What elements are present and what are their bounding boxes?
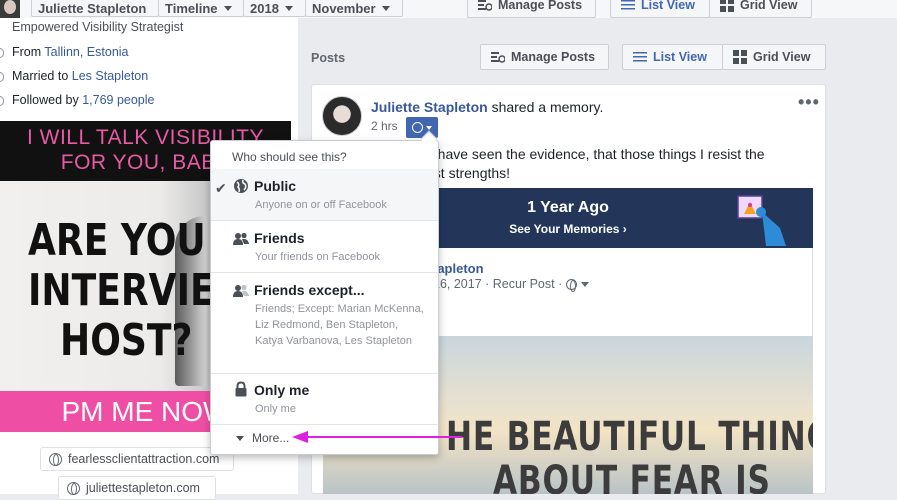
lock-icon (235, 381, 247, 397)
globe-icon (412, 122, 423, 133)
manage-posts-button[interactable]: Manage Posts (480, 44, 609, 70)
manage-settings-icon (491, 52, 505, 63)
option-public-title: Public (254, 178, 297, 194)
globe-icon (49, 452, 62, 466)
top-list-view-button[interactable]: List View (610, 0, 710, 18)
website-1-label: fearlessclientattraction.com (68, 452, 220, 466)
year-dropdown[interactable]: 2018 (243, 0, 306, 17)
intro-followers: Followed by 1,769 people (12, 93, 154, 107)
manage-posts-label: Manage Posts (511, 50, 596, 64)
friends-icon (233, 232, 249, 245)
grid-view-label: Grid View (753, 50, 811, 64)
hometown-link[interactable]: Tallinn, Estonia (44, 45, 128, 59)
menu-divider (211, 424, 438, 425)
list-view-label: List View (653, 50, 707, 64)
website-link-2[interactable]: juliettestapleton.com (58, 476, 216, 500)
month-label: November (312, 1, 376, 16)
list-view-button[interactable]: List View (622, 44, 723, 70)
list-view-icon (633, 52, 647, 62)
chevron-down-icon (426, 125, 432, 130)
website-link-1[interactable]: fearlessclientattraction.com (40, 447, 234, 471)
chevron-down-icon (223, 6, 232, 11)
option-friends-except-desc: Friends; Except: Marian McKenna, Liz Red… (255, 303, 424, 347)
option-public-desc: Anyone on or off Facebook (255, 199, 387, 211)
audience-more-button[interactable]: More... (236, 431, 289, 445)
checkmark-icon: ✔ (215, 180, 227, 196)
shared-post-meta: 16, 2017 · Recur Post · (433, 277, 590, 292)
option-only-me-title: Only me (254, 382, 310, 398)
intro-from: From Tallinn, Estonia (12, 45, 129, 59)
more-label: More... (252, 431, 290, 445)
from-prefix: From (12, 45, 42, 59)
author-avatar[interactable] (322, 96, 362, 136)
website-2-label: juliettestapleton.com (86, 481, 200, 495)
shared-author-name[interactable]: tapleton (433, 261, 484, 276)
grid-view-label: Grid View (740, 0, 798, 12)
option-only-me-desc: Only me (255, 403, 296, 415)
manage-posts-label: Manage Posts (498, 0, 583, 12)
timeline-dropdown[interactable]: Timeline (158, 0, 244, 17)
followed-prefix: Followed by (12, 93, 79, 107)
married-prefix: Married to (12, 69, 69, 83)
top-manage-posts-button[interactable]: Manage Posts (467, 0, 596, 18)
profile-avatar[interactable] (0, 0, 20, 18)
option-friends-title: Friends (254, 230, 305, 246)
shared-meta-text: 16, 2017 · Recur Post · (433, 277, 563, 291)
list-view-label: List View (641, 0, 695, 12)
intro-tagline: Empowered Visibility Strategist (12, 20, 184, 34)
post-options-icon[interactable]: ••• (798, 92, 820, 113)
quote-line1: HE BEAUTIFUL THING (446, 414, 813, 460)
chevron-down-icon (581, 281, 590, 287)
year-label: 2018 (250, 1, 279, 16)
grid-view-icon (720, 0, 734, 12)
chevron-down-icon (381, 6, 390, 11)
followers-link[interactable]: 1,769 people (82, 93, 154, 107)
quote-line2: ABOUT FEAR IS (493, 458, 771, 494)
author-name-link[interactable]: Juliette Stapleton (371, 99, 488, 115)
audience-menu-header: Who should see this? (232, 150, 347, 164)
friends-except-icon (233, 284, 249, 297)
list-view-icon (621, 0, 635, 10)
top-grid-view-button[interactable]: Grid View (709, 0, 812, 18)
globe-icon (566, 278, 578, 292)
month-dropdown[interactable]: November (305, 0, 403, 17)
option-friends-except-title: Friends except... (254, 282, 365, 298)
post-timestamp[interactable]: 2 hrs (371, 119, 398, 133)
intro-married: Married to Les Stapleton (12, 69, 148, 83)
chevron-down-icon (284, 6, 293, 11)
profile-name-button[interactable]: Juliette Stapleton (31, 0, 159, 17)
grid-view-button[interactable]: Grid View (722, 44, 826, 70)
memory-illustration-icon (737, 195, 786, 246)
posts-heading: Posts (311, 51, 346, 65)
post-header: Juliette Stapleton shared a memory. (371, 99, 603, 115)
option-friends-desc: Your friends on Facebook (255, 251, 380, 263)
manage-settings-icon (478, 0, 492, 11)
timeline-label: Timeline (165, 1, 218, 16)
chevron-down-icon (236, 435, 244, 441)
spouse-link[interactable]: Les Stapleton (72, 69, 148, 83)
globe-icon (67, 481, 80, 495)
globe-icon (234, 179, 248, 193)
post-action-text: shared a memory. (487, 99, 604, 115)
grid-view-icon (733, 50, 747, 64)
profile-name: Juliette Stapleton (38, 1, 147, 16)
